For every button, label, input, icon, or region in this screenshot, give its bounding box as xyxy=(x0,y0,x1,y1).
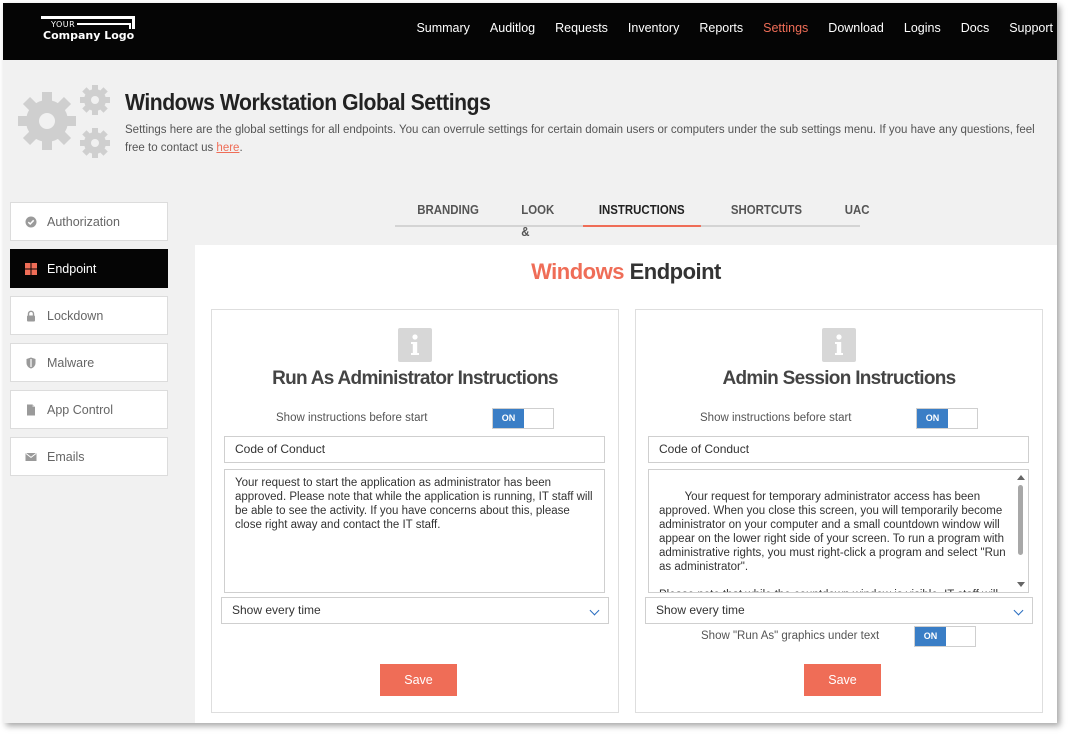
sidebar-item-authorization[interactable]: Authorization xyxy=(10,202,168,241)
scroll-thumb[interactable] xyxy=(1018,485,1023,555)
logo-text: Company Logo xyxy=(43,29,139,42)
instructions-text-area[interactable]: Your request to start the application as… xyxy=(224,469,605,593)
sidebar-item-lockdown[interactable]: Lockdown xyxy=(10,296,168,335)
card-title: Run As Administrator Instructions xyxy=(272,368,559,389)
run-as-graphics-label: Show "Run As" graphics under text xyxy=(701,630,880,642)
tab-shortcuts[interactable]: SHORTCUTS xyxy=(715,199,818,227)
admin-session-card: Admin Session Instructions Show instruct… xyxy=(635,309,1043,713)
top-navbar: YOUR Company Logo Summary Auditlog Reque… xyxy=(3,3,1057,60)
sidebar-item-endpoint[interactable]: Endpoint xyxy=(10,249,168,288)
save-button[interactable]: Save xyxy=(380,664,457,696)
scroll-up-arrow-icon[interactable] xyxy=(1017,475,1025,480)
sidebar-item-label: Lockdown xyxy=(47,308,104,323)
tab-instructions[interactable]: INSTRUCTIONS xyxy=(582,199,701,227)
toggle-on-label: ON xyxy=(493,409,524,428)
sidebar-item-malware[interactable]: Malware xyxy=(10,343,168,382)
tab-uac[interactable]: UAC xyxy=(829,199,885,227)
run-as-graphics-toggle[interactable]: ON xyxy=(914,626,976,647)
instructions-title-input[interactable]: Code of Conduct xyxy=(648,436,1029,463)
chevron-down-icon xyxy=(589,605,600,616)
settings-tabs: BRANDING LOOK & FEEL INSTRUCTIONS SHORTC… xyxy=(395,199,869,261)
nav-requests[interactable]: Requests xyxy=(555,21,608,35)
run-as-admin-card: Run As Administrator Instructions Show i… xyxy=(211,309,619,713)
select-value: Show every time xyxy=(232,603,321,617)
nav-download[interactable]: Download xyxy=(828,21,884,35)
section-title-accent: Windows xyxy=(531,259,624,284)
sidebar-item-label: Malware xyxy=(47,355,95,370)
nav-settings[interactable]: Settings xyxy=(763,21,808,35)
instructions-text-area[interactable]: Your request for temporary administrator… xyxy=(648,469,1029,593)
main-panel: Windows Endpoint Run As Administrator In… xyxy=(195,245,1057,723)
scroll-down-arrow-icon[interactable] xyxy=(1017,582,1025,587)
sidebar-item-emails[interactable]: Emails xyxy=(10,437,168,476)
envelope-icon xyxy=(25,451,37,463)
contact-link[interactable]: here xyxy=(216,142,239,154)
chevron-down-icon xyxy=(1013,605,1024,616)
main-nav: Summary Auditlog Requests Inventory Repo… xyxy=(396,21,1053,35)
tab-branding[interactable]: BRANDING xyxy=(401,199,494,227)
instructions-text: Your request for temporary administrator… xyxy=(659,491,1006,592)
section-title: Windows Endpoint xyxy=(195,259,1057,285)
show-instructions-toggle[interactable]: ON xyxy=(492,408,554,429)
instructions-title-input[interactable]: Code of Conduct xyxy=(224,436,605,463)
check-circle-icon xyxy=(25,216,37,228)
sidebar-item-label: Authorization xyxy=(47,214,120,229)
sidebar-item-label: Emails xyxy=(47,449,85,464)
select-value: Show every time xyxy=(656,603,745,617)
text-area-scrollbar[interactable] xyxy=(1015,471,1027,591)
sidebar-item-label: Endpoint xyxy=(47,261,97,276)
description-suffix: . xyxy=(239,142,243,154)
lock-icon xyxy=(25,310,37,322)
nav-logins[interactable]: Logins xyxy=(904,21,941,35)
show-instructions-toggle[interactable]: ON xyxy=(916,408,978,429)
toggle-on-label: ON xyxy=(915,627,946,646)
file-icon xyxy=(25,404,37,416)
sidebar-item-app-control[interactable]: App Control xyxy=(10,390,168,429)
nav-reports[interactable]: Reports xyxy=(699,21,743,35)
windows-icon xyxy=(25,262,37,275)
nav-docs[interactable]: Docs xyxy=(961,21,989,35)
nav-inventory[interactable]: Inventory xyxy=(628,21,679,35)
section-title-rest: Endpoint xyxy=(623,259,722,284)
info-icon xyxy=(822,328,856,362)
description-text: Settings here are the global settings fo… xyxy=(125,124,1035,154)
nav-support[interactable]: Support xyxy=(1009,21,1053,35)
show-frequency-select[interactable]: Show every time xyxy=(645,597,1033,624)
page-description: Settings here are the global settings fo… xyxy=(125,121,1055,157)
toggle-on-label: ON xyxy=(917,409,948,428)
sidebar-item-label: App Control xyxy=(47,402,114,417)
gears-icon xyxy=(18,85,110,158)
app-window: YOUR Company Logo Summary Auditlog Reque… xyxy=(3,3,1057,723)
shield-icon xyxy=(25,357,37,369)
page-title: Windows Workstation Global Settings xyxy=(125,89,491,115)
tab-look-and-feel[interactable]: LOOK & FEEL xyxy=(505,199,570,261)
nav-summary[interactable]: Summary xyxy=(416,21,469,35)
show-instructions-label: Show instructions before start xyxy=(700,412,852,424)
show-frequency-select[interactable]: Show every time xyxy=(221,597,609,624)
save-button[interactable]: Save xyxy=(804,664,881,696)
card-title: Admin Session Instructions xyxy=(722,368,956,389)
nav-auditlog[interactable]: Auditlog xyxy=(490,21,535,35)
show-instructions-label: Show instructions before start xyxy=(276,412,428,424)
info-icon xyxy=(398,328,432,362)
logo-text-small: YOUR xyxy=(51,20,76,29)
settings-sidebar: Authorization Endpoint Lockdown Malware … xyxy=(10,202,168,484)
